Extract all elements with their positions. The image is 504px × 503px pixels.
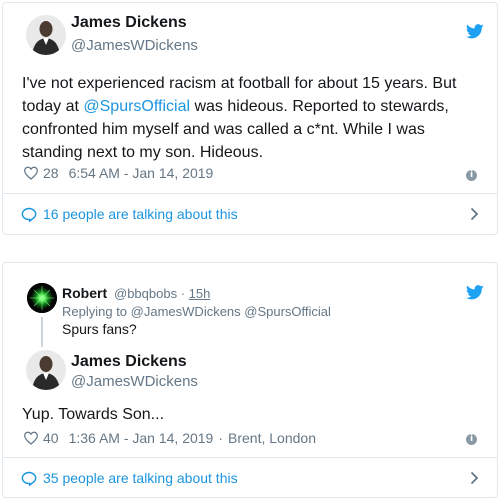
- author-handle[interactable]: @JamesWDickens: [71, 373, 198, 390]
- parent-timestamp[interactable]: 15h: [189, 286, 211, 301]
- tweet-text: Yup. Towards Son...: [22, 406, 165, 423]
- twitter-bird-icon[interactable]: [466, 285, 484, 300]
- talking-link[interactable]: 16 people are talking about this: [3, 194, 497, 234]
- tweet-card-1: James Dickens @JamesWDickens I've not ex…: [2, 2, 498, 235]
- info-icon[interactable]: i: [466, 434, 477, 445]
- avatar-man-icon: [26, 15, 66, 55]
- info-icon[interactable]: i: [466, 170, 477, 181]
- thread-line: [41, 317, 43, 347]
- author-handle[interactable]: @JamesWDickens: [71, 37, 198, 54]
- parent-tweet-text: Spurs fans?: [62, 321, 137, 337]
- tweet-meta: 28 6:54 AM - Jan 14, 2019: [23, 165, 213, 181]
- talking-text[interactable]: 16 people are talking about this: [43, 206, 238, 222]
- timestamp[interactable]: 6:54 AM - Jan 14, 2019: [69, 165, 214, 181]
- heart-icon[interactable]: [23, 166, 39, 180]
- parent-avatar[interactable]: [27, 283, 57, 313]
- location-separator: ·: [218, 430, 224, 446]
- replying-to: Replying to @JamesWDickens @SpursOfficia…: [62, 304, 331, 319]
- parent-author-name[interactable]: Robert: [62, 285, 107, 301]
- meta-separator: ·: [180, 286, 186, 301]
- avatar[interactable]: [26, 350, 66, 390]
- tweet-meta: 40 1:36 AM - Jan 14, 2019 · Brent, Londo…: [23, 430, 316, 446]
- speech-bubble-icon: [21, 207, 37, 222]
- speech-bubble-icon: [21, 471, 37, 486]
- chevron-right-icon[interactable]: [470, 471, 479, 485]
- mention-link[interactable]: @SpursOfficial: [83, 98, 190, 115]
- parent-author-handle[interactable]: @bbqbobs: [114, 286, 177, 301]
- talking-text[interactable]: 35 people are talking about this: [43, 470, 238, 486]
- chevron-right-icon[interactable]: [470, 207, 479, 221]
- avatar-man-icon: [26, 350, 66, 390]
- talking-link[interactable]: 35 people are talking about this: [3, 458, 497, 498]
- replying-prefix: Replying to: [62, 304, 128, 319]
- parent-meta: @bbqbobs · 15h: [114, 286, 210, 301]
- avatar[interactable]: [26, 15, 66, 55]
- twitter-bird-icon[interactable]: [466, 24, 484, 39]
- author-name[interactable]: James Dickens: [71, 14, 187, 32]
- author-name[interactable]: James Dickens: [71, 353, 187, 371]
- replying-mentions[interactable]: @JamesWDickens @SpursOfficial: [131, 304, 331, 319]
- tweet-text: I've not experienced racism at football …: [22, 72, 482, 164]
- like-count[interactable]: 40: [43, 430, 59, 446]
- avatar-green-orb-icon: [27, 283, 57, 313]
- timestamp[interactable]: 1:36 AM - Jan 14, 2019: [69, 430, 214, 446]
- like-count[interactable]: 28: [43, 165, 59, 181]
- heart-icon[interactable]: [23, 431, 39, 445]
- tweet-card-2: Robert @bbqbobs · 15h Replying to @James…: [2, 262, 498, 498]
- location[interactable]: Brent, London: [228, 430, 316, 446]
